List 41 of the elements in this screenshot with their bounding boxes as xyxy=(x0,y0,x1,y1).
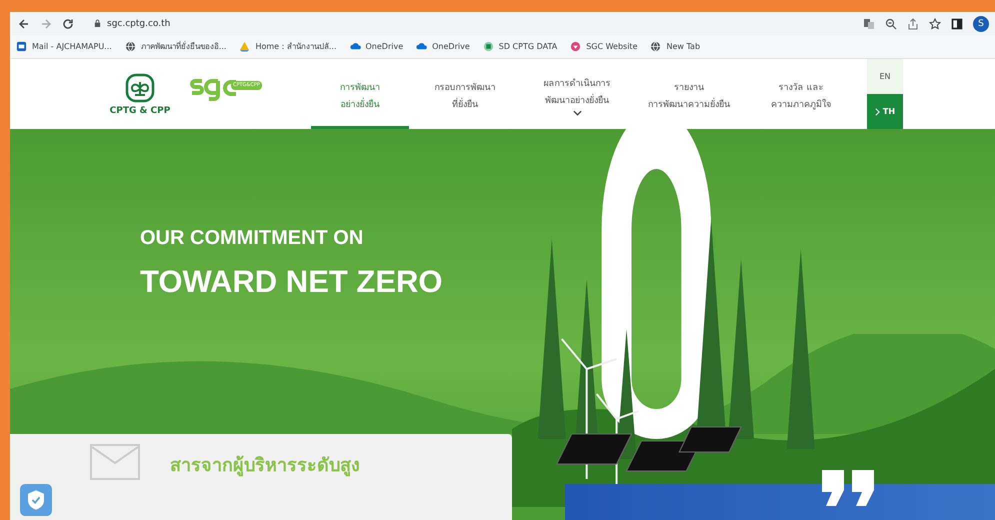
reload-icon[interactable] xyxy=(62,18,74,30)
nav-item[interactable]: รายงาน การพัฒนาความยั่งยืน xyxy=(633,59,745,129)
drive-icon xyxy=(239,41,250,52)
bookmark[interactable]: ภาคพัฒนาที่ยั่งยืนของอิ... xyxy=(124,40,226,53)
globe-icon xyxy=(650,41,662,52)
star-icon[interactable] xyxy=(929,18,941,30)
bookmark[interactable]: Home : สำนักงานปลั... xyxy=(239,40,336,53)
envelope-icon xyxy=(90,444,140,480)
bookmark[interactable]: Mail - AJCHAMAPU... xyxy=(16,41,112,52)
url-text: sgc.cptg.co.th xyxy=(107,18,170,28)
cloud-icon xyxy=(416,41,428,52)
mail-icon xyxy=(16,41,27,52)
shield-icon[interactable] xyxy=(20,484,52,516)
message-card-title: สารจากผู้บริหารระดับสูง xyxy=(170,454,360,478)
side-panel-icon[interactable] xyxy=(951,18,963,30)
cloud-icon xyxy=(350,41,360,52)
lotus-logo-icon[interactable] xyxy=(125,72,155,102)
chevron-right-icon xyxy=(874,108,880,116)
translate-icon[interactable] xyxy=(863,18,875,30)
share-icon[interactable] xyxy=(907,18,919,30)
bookmark[interactable]: OneDrive xyxy=(350,41,404,52)
profile-avatar[interactable]: S xyxy=(973,16,989,32)
nav-item[interactable]: ผลการดำเนินการ พัฒนาอย่างยั่งยืน xyxy=(521,59,633,129)
back-icon[interactable] xyxy=(18,18,30,30)
logo-text: CPTG & CPP xyxy=(110,106,170,116)
nav-item[interactable]: กรอบการพัฒนา ที่ยั่งยืน xyxy=(409,59,521,129)
hero-title: TOWARD NET ZERO xyxy=(140,264,443,300)
globe-icon xyxy=(124,41,136,52)
language-option[interactable]: TH xyxy=(867,94,903,129)
site-icon xyxy=(570,41,582,52)
bookmark[interactable]: New Tab xyxy=(650,41,700,52)
hero-subtitle: OUR COMMITMENT ON xyxy=(140,227,364,250)
address-bar[interactable]: sgc.cptg.co.th xyxy=(84,14,853,34)
bookmark[interactable]: SGC Website xyxy=(570,41,638,52)
nav-item[interactable]: รางวัล และ ความภาคภูมิใจ xyxy=(745,59,857,129)
language-option[interactable]: EN xyxy=(867,59,903,94)
sheet-icon xyxy=(482,41,494,52)
bookmark[interactable]: OneDrive xyxy=(416,41,470,52)
lock-icon xyxy=(94,19,101,28)
bookmark[interactable]: SD CPTG DATA xyxy=(482,41,558,52)
zoom-icon[interactable] xyxy=(885,18,897,30)
